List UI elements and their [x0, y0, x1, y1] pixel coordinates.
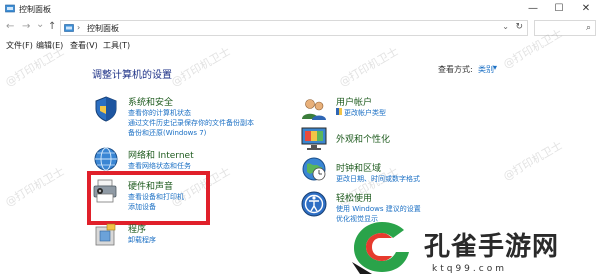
category-user-accounts[interactable]: 用户帐户	[336, 95, 372, 108]
site-logo-icon	[352, 222, 409, 274]
back-arrow-icon[interactable]: ←	[6, 21, 14, 33]
chevron-right-icon: ›	[77, 23, 81, 32]
category-system-security[interactable]: 系统和安全	[128, 95, 173, 108]
appearance-monitor-icon[interactable]	[300, 125, 328, 153]
watermark: @打印机卫士	[3, 164, 67, 209]
control-panel-icon	[5, 4, 15, 13]
address-text[interactable]: 控制面板	[87, 23, 119, 34]
promo-site-url: ktq99.com	[432, 264, 507, 274]
menu-file[interactable]: 文件(F)	[6, 40, 33, 51]
recent-locations-icon[interactable]: ⌄	[36, 19, 44, 31]
page-title: 调整计算机的设置	[92, 70, 172, 81]
maximize-button[interactable]: ☐	[546, 0, 572, 18]
highlight-box	[87, 171, 210, 225]
close-button[interactable]: ✕	[573, 0, 599, 18]
navigation-bar: ← → ⌄ ↑ › 控制面板 ⌄ ↻ ⌕	[0, 18, 600, 38]
up-arrow-icon[interactable]: ↑	[48, 21, 56, 33]
minimize-button[interactable]: —	[520, 0, 546, 18]
link-network-status[interactable]: 查看网络状态和任务	[128, 161, 191, 171]
chevron-down-icon[interactable]: ⌄	[502, 22, 509, 31]
address-bar[interactable]: › 控制面板 ⌄ ↻	[60, 20, 528, 36]
users-icon[interactable]	[300, 95, 328, 123]
programs-icon[interactable]	[92, 222, 120, 250]
forward-arrow-icon[interactable]: →	[22, 21, 30, 33]
control-panel-icon	[64, 24, 74, 32]
window-title: 控制面板	[19, 5, 51, 14]
view-by-label: 查看方式:	[438, 65, 473, 74]
menu-view[interactable]: 查看(V)	[70, 40, 98, 51]
search-icon[interactable]: ⌕	[586, 23, 591, 33]
chevron-down-icon[interactable]: ▾	[493, 63, 497, 72]
promo-site-name: 孔雀手游网	[424, 232, 560, 262]
link-recommended-settings[interactable]: 使用 Windows 建议的设置	[336, 204, 421, 214]
link-backup-restore[interactable]: 备份和还原(Windows 7)	[128, 128, 206, 138]
link-date-time-format[interactable]: 更改日期、时间或数字格式	[336, 174, 420, 184]
category-programs[interactable]: 程序	[128, 222, 146, 235]
refresh-icon[interactable]: ↻	[515, 22, 523, 32]
clock-globe-icon[interactable]	[300, 155, 328, 183]
link-change-account-type[interactable]: 更改帐户类型	[344, 108, 386, 118]
menu-bar: 文件(F) 编辑(E) 查看(V) 工具(T)	[0, 38, 600, 52]
category-network[interactable]: 网络和 Internet	[128, 148, 194, 161]
link-view-status[interactable]: 查看你的计算机状态	[128, 108, 191, 118]
title-bar: 控制面板 — ☐ ✕	[0, 0, 600, 18]
link-file-history[interactable]: 通过文件历史记录保存你的文件备份副本	[128, 118, 254, 128]
view-by-dropdown[interactable]: 类别	[478, 64, 494, 75]
network-globe-icon[interactable]	[92, 145, 120, 173]
category-appearance[interactable]: 外观和个性化	[336, 132, 390, 145]
shield-icon[interactable]	[92, 95, 120, 123]
link-uninstall[interactable]: 卸载程序	[128, 235, 156, 245]
watermark: @打印机卫士	[501, 138, 565, 183]
ease-of-access-icon[interactable]	[300, 190, 328, 218]
menu-tools[interactable]: 工具(T)	[103, 40, 130, 51]
uac-shield-icon	[336, 108, 342, 115]
category-ease-of-access[interactable]: 轻松使用	[336, 191, 372, 204]
category-clock-region[interactable]: 时钟和区域	[336, 161, 381, 174]
